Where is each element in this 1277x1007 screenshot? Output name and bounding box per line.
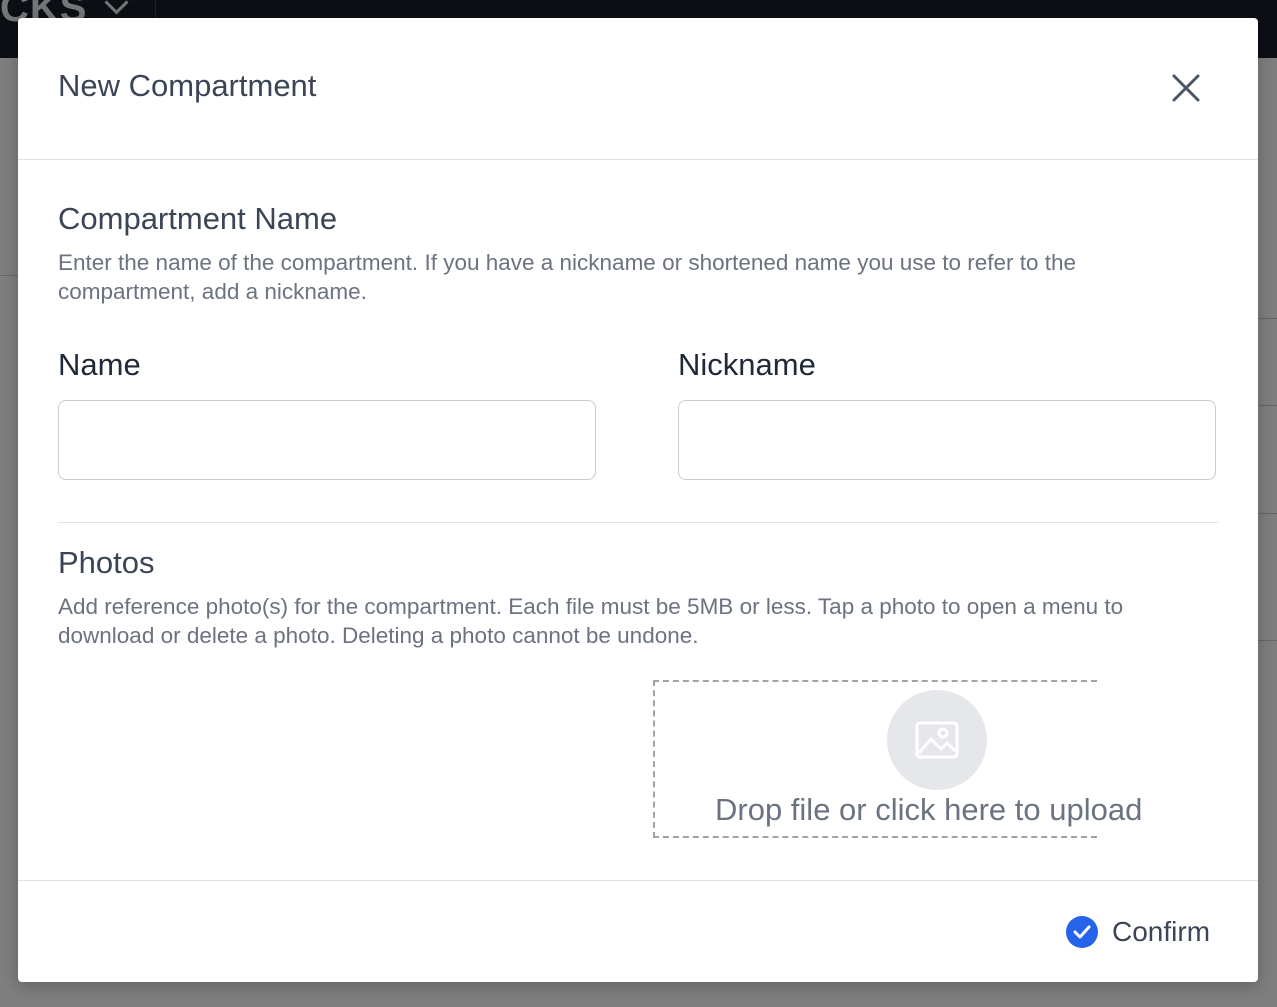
photos-heading: Photos [58, 545, 155, 580]
dialog-footer: Confirm [18, 880, 1258, 983]
image-icon [915, 721, 959, 759]
close-icon [1172, 74, 1200, 102]
compartment-name-heading: Compartment Name [58, 201, 338, 236]
nickname-input[interactable] [678, 400, 1216, 480]
nickname-label: Nickname [678, 347, 816, 382]
upload-icon-circle [887, 690, 987, 790]
confirm-label: Confirm [1112, 916, 1211, 947]
photos-description: Add reference photo(s) for the compartme… [58, 594, 1124, 648]
check-circle-icon [1066, 916, 1098, 948]
dialog-title: New Compartment [58, 68, 317, 103]
new-compartment-dialog: New Compartment Compartment Name Enter t… [18, 18, 1258, 982]
confirm-button[interactable]: Confirm [1066, 915, 1210, 949]
name-label: Name [58, 347, 141, 382]
photo-upload-dropzone[interactable]: Drop file or click here to upload [653, 680, 1142, 838]
dialog-header: New Compartment [18, 18, 1258, 160]
dropzone-text: Drop file or click here to upload [715, 792, 1143, 827]
name-input[interactable] [58, 400, 596, 480]
close-button[interactable] [1166, 68, 1206, 108]
compartment-name-description: Enter the name of the compartment. If yo… [58, 250, 1077, 304]
section-divider [58, 522, 1218, 523]
